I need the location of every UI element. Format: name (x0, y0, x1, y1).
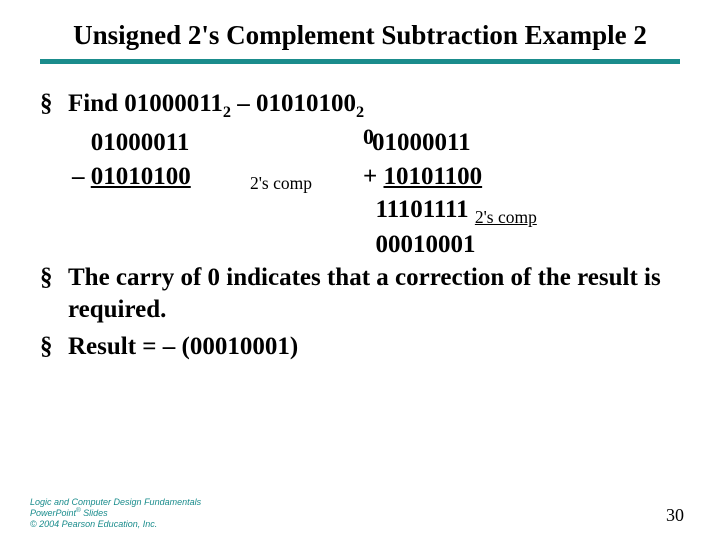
bullet-find-text: Find 010000112 – 010101002 (68, 88, 680, 123)
math-empty2 (68, 194, 246, 229)
math-empty5 (246, 229, 359, 262)
bullet-result-text: Result = – (00010001) (68, 331, 680, 364)
find-num1: 01000011 (124, 90, 223, 117)
math-empty3 (246, 194, 359, 229)
footer-line1: Logic and Computer Design Fundamentals (30, 497, 201, 508)
math-a: 01000011 (68, 127, 246, 160)
find-sub1: 2 (223, 103, 231, 121)
bullet-result: § Result = – (00010001) (40, 331, 680, 364)
bullet-icon: § (40, 262, 68, 327)
page-number: 30 (666, 505, 684, 526)
math-empty1 (246, 127, 359, 160)
slide: Unsigned 2's Complement Subtraction Exam… (0, 0, 720, 363)
slide-title: Unsigned 2's Complement Subtraction Exam… (40, 20, 680, 51)
carry-0: 0 (363, 124, 374, 149)
footer-line3: © 2004 Pearson Education, Inc. (30, 519, 201, 530)
find-mid: – (231, 90, 256, 117)
math-sum: 11101111 2's comp (359, 194, 541, 229)
find-prefix: Find (68, 90, 124, 117)
bullet-icon: § (40, 88, 68, 123)
footer-line2: PowerPoint® Slides (30, 507, 201, 519)
math-table: 01000011 001000011 – 01010100 2's comp +… (68, 127, 541, 262)
title-rule (40, 59, 680, 64)
math-empty4 (68, 229, 246, 262)
math-b2c: + 10101100 (359, 160, 541, 195)
find-num2: 01010100 (256, 90, 356, 117)
bullet-icon: § (40, 331, 68, 364)
bullet-carry: § The carry of 0 indicates that a correc… (40, 262, 680, 327)
math-comp-label2: 2's comp (475, 207, 537, 227)
math-a-right: 001000011 (359, 127, 541, 160)
math-final: 00010001 (359, 229, 541, 262)
find-sub2: 2 (356, 103, 364, 121)
footer: Logic and Computer Design Fundamentals P… (30, 497, 201, 530)
bullet-carry-text: The carry of 0 indicates that a correcti… (68, 262, 680, 327)
math-block: 01000011 001000011 – 01010100 2's comp +… (68, 127, 680, 262)
math-b: – 01010100 (68, 160, 246, 195)
bullet-find: § Find 010000112 – 010101002 (40, 88, 680, 123)
content-area: § Find 010000112 – 010101002 01000011 00… (40, 88, 680, 363)
math-comp-label: 2's comp (246, 160, 359, 195)
